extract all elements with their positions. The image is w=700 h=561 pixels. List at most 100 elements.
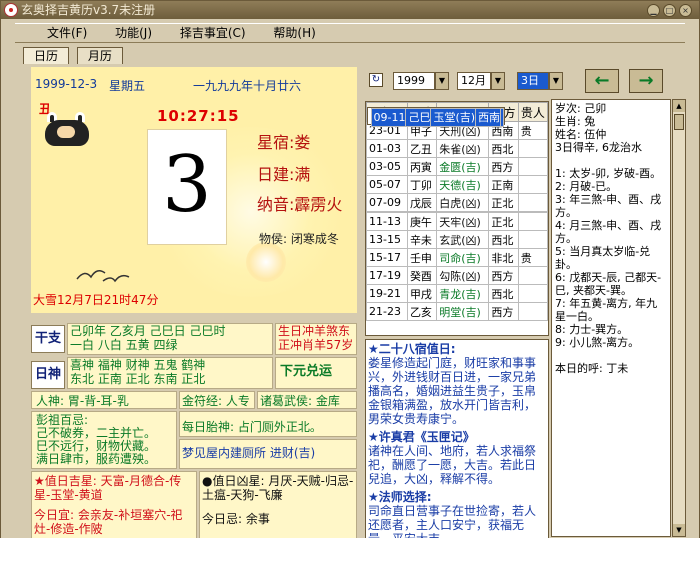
taisui-line: 3: 年三煞-申、酉、戌方。 (555, 193, 662, 219)
hours-cell: 西北 (488, 230, 519, 249)
hours-cell: 07-09 (366, 193, 408, 212)
taisui-line: 6: 戊都天-辰, 己都天-巳, 夹都天-巽。 (555, 271, 662, 297)
month-select[interactable]: 12月 (457, 72, 491, 90)
day-dropdown-icon[interactable]: ▼ (549, 72, 563, 90)
chong-age: 正冲肖羊57岁 (278, 338, 354, 352)
hours-cell: 丙寅 (406, 157, 438, 176)
menu-help[interactable]: 帮助(H) (273, 24, 315, 43)
rishen-dirs: 东北 正南 正北 东南 正北 (70, 372, 206, 386)
taisui-line: 2: 月破-已。 (555, 180, 618, 193)
menu-select-auspicious[interactable]: 择吉事宜(C) (180, 24, 246, 43)
hours-cell (517, 175, 549, 194)
table-row[interactable]: 15-17 壬申 司命(吉) 非北贵 (366, 248, 549, 267)
hours-cell: 13-15 (366, 230, 408, 249)
maximize-button[interactable]: □ (663, 4, 676, 17)
hours-cell: 西方 (488, 302, 519, 321)
table-row[interactable]: 21-23 乙亥 明堂(吉) 西方 (366, 302, 549, 321)
next-day-button[interactable]: → (629, 69, 663, 93)
chong-cell: 生日冲羊煞东 正冲肖羊57岁 (275, 323, 357, 355)
hours-cell: 青龙(吉) (436, 284, 490, 303)
month-dropdown-icon[interactable]: ▼ (491, 72, 505, 90)
app-logo-icon (4, 3, 18, 17)
taisui-line: 8: 力士-巽方。 (555, 323, 629, 336)
jian-label: 日建:满 (257, 165, 311, 184)
table-row[interactable]: 19-21 甲戌 青龙(吉) 西北 (366, 284, 549, 303)
day-card: 1999-12-3 星期五 一九九九年十月廿六 丑 10:27:15 3 星宿:… (31, 67, 357, 313)
weekday: 星期五 (109, 79, 146, 93)
hours-cell (517, 193, 549, 212)
hours-cell: 贵 (517, 248, 549, 267)
taishen-cell: 每日胎神: 占门厕外正北。 (179, 411, 357, 437)
hours-cell: 丁卯 (406, 175, 438, 194)
hours-cell (517, 139, 549, 158)
jinguijing-cell: 金符经: 人专 (179, 391, 255, 409)
hours-cell: 15-17 (366, 248, 408, 267)
fashi-text: 司命直日营事子在世捡寄，若人还愿者，主人口安宁，获福无量，平安大吉。 (368, 504, 537, 539)
hours-cell: 03-05 (366, 157, 408, 176)
app-window: 玄奥择吉黄历v3.7未注册 ▁ □ × 文件(F) 功能(J) 择吉事宜(C) … (0, 0, 700, 561)
ox-zodiac-icon: 丑 (39, 100, 99, 156)
title-bar: 玄奥择吉黄历v3.7未注册 ▁ □ × (1, 1, 699, 19)
solar-date: 1999-12-3 (35, 77, 98, 91)
hours-cell: 司命(吉) (436, 248, 490, 267)
taisui-line: 本日的呼: 丁未 (555, 362, 629, 375)
scroll-thumb[interactable] (674, 114, 684, 130)
hours-cell (517, 284, 549, 303)
pengzu-line-3: 满日肆市，服药遭殃。 (36, 452, 157, 466)
day-select[interactable]: 3日 (517, 72, 549, 90)
hours-cell: 正北 (488, 212, 519, 231)
jishen-yi: 今日宜: 会亲友-补垣塞穴-祀灶-修造-作陂 (34, 508, 183, 536)
tab-month[interactable]: 月历 (76, 47, 123, 64)
table-row[interactable]: 11-13 庚午 天牢(凶) 正北 (366, 212, 549, 231)
xiayuan-cell: 下元兑运 (275, 357, 357, 389)
refresh-icon[interactable]: ↻ (369, 73, 383, 87)
chong-text: 生日冲羊煞东 (278, 324, 351, 338)
close-button[interactable]: × (679, 4, 692, 17)
hours-cell (517, 230, 549, 249)
menu-file[interactable]: 文件(F) (47, 24, 87, 43)
dream-cell: 梦见屋内建厕所 进财(吉) (179, 439, 357, 469)
hours-cell: 19-21 (366, 284, 408, 303)
hours-cell: 21-23 (366, 302, 408, 321)
yuxia-text: 诸神在人间、地府，若人求福祭祀，酬愿了一愿，大吉。若此日兒追，大凶，释解不得。 (368, 444, 537, 486)
xiong-stars: ●值日凶星: 月厌-天贼-归忌-土瘟-天狗-飞廉 (202, 474, 354, 502)
hours-cell (517, 212, 549, 231)
year-dropdown-icon[interactable]: ▼ (435, 72, 449, 90)
date-toolbar: ↻ 1999 ▼ 12月 ▼ 3日 ▼ ← → (363, 67, 689, 97)
taisui-line: 岁次: 己卯 (555, 102, 607, 115)
taisui-panel: 岁次: 己卯 生肖: 兔姓名: 伍仲 3日得辛, 6龙治水 1: 太岁-卯, 岁破-… (551, 99, 671, 537)
hours-cell: 壬申 (406, 248, 438, 267)
table-row[interactable]: 13-15 辛未 玄武(凶) 西北 (366, 230, 549, 249)
prev-day-button[interactable]: ← (585, 69, 619, 93)
table-row[interactable]: 01-03 乙丑 朱雀(凶) 西北 (366, 139, 549, 158)
hours-table: 时间干支吉凶吉方贵人 23-01甲子天刑(凶)西南贵01-03乙丑朱雀(凶)西北… (365, 101, 549, 336)
year-select[interactable]: 1999 (393, 72, 435, 90)
scroll-down-icon[interactable]: ▼ (673, 524, 685, 536)
scroll-up-icon[interactable]: ▲ (673, 100, 685, 112)
stars-description-panel: ★二十八宿值日: 娄星修造起门庭，财旺家和事事兴，外进钱财百日进，一家兄弟播高名… (365, 339, 549, 539)
menu-function[interactable]: 功能(J) (115, 24, 152, 43)
minimize-button[interactable]: ▁ (647, 4, 660, 17)
table-row[interactable]: 07-09 戊辰 白虎(凶) 正北 (366, 193, 549, 212)
hours-cell: 明堂(吉) (436, 302, 490, 321)
jishen-stars: ★值日吉星: 天富-月德合-传星-玉堂-黄道 (34, 474, 182, 502)
table-row[interactable]: 09-11 己巳 玉堂(吉) 西南 (366, 107, 506, 127)
hours-cell: 朱雀(凶) (436, 139, 490, 158)
hours-cell: 乙丑 (406, 139, 438, 158)
hours-cell: 金匮(吉) (436, 157, 490, 176)
taisui-line (555, 349, 667, 362)
hours-header-4[interactable]: 贵人 (517, 102, 549, 122)
fashi-heading: ★法师选择: (368, 490, 432, 504)
table-row[interactable]: 03-05 丙寅 金匮(吉) 西方 (366, 157, 549, 176)
jishen-cell: ★值日吉星: 天富-月德合-传星-玉堂-黄道 今日宜: 会亲友-补垣塞穴-祀灶-… (31, 471, 197, 539)
hours-cell: 西北 (488, 284, 519, 303)
renshen-cell: 人神: 胃-背-耳-乳 (31, 391, 177, 409)
ganzhi-stars: 一白 八白 五黄 四绿 (70, 338, 178, 352)
right-scrollbar[interactable]: ▲ ▼ (672, 99, 686, 537)
taisui-line: 9: 小儿煞-离方。 (555, 336, 640, 349)
lunar-date: 一九九九年十月廿六 (193, 79, 302, 93)
table-row[interactable]: 17-19 癸酉 勾陈(凶) 西方 (366, 266, 549, 285)
table-row[interactable]: 05-07 丁卯 天德(吉) 正南 (366, 175, 549, 194)
taisui-line: 5: 当月真太岁临-兑卦。 (555, 245, 651, 271)
tab-day[interactable]: 日历 (23, 47, 70, 64)
